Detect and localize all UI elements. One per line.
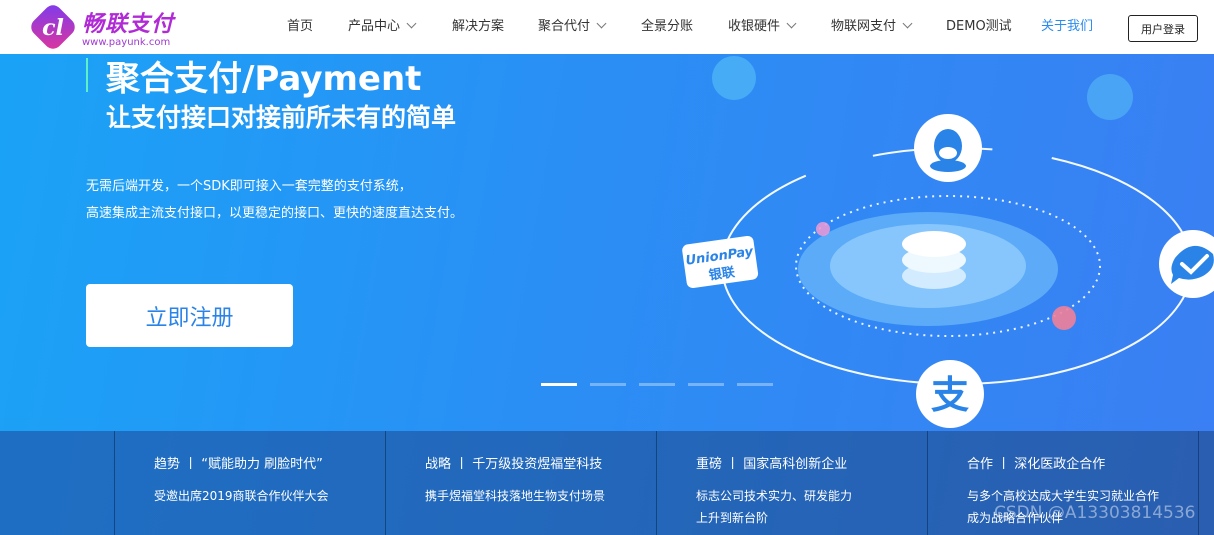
nav-item-solutions[interactable]: 解决方案 — [452, 18, 504, 36]
news-summary-line: 携手煜福堂科技落地生物支付场景 — [425, 489, 606, 503]
chevron-down-icon — [596, 18, 607, 29]
nav-item-iot-payment[interactable]: 物联网支付 — [831, 18, 913, 36]
nav-item-label: 物联网支付 — [831, 19, 897, 34]
nav-item-about-us[interactable]: 关于我们 — [1041, 18, 1093, 36]
login-button[interactable]: 用户登录 — [1128, 15, 1198, 42]
bubble-decoration — [1087, 74, 1133, 120]
svg-text:支: 支 — [931, 373, 969, 417]
top-nav: cl 畅联支付 www.payunk.com 首页 产品中心 解决方案 聚合代付 全景分… — [0, 0, 1214, 54]
news-title: 战略 丨 千万级投资煜福堂科技 — [425, 457, 603, 472]
coin-stack — [902, 231, 966, 257]
news-title: 趋势 丨 “赋能助力 刷脸时代” — [154, 457, 323, 472]
nav-item-label: 首页 — [287, 19, 314, 34]
hero-description-line-2: 高速集成主流支付接口，以更稳定的接口、更快的速度直达支付。 — [86, 206, 464, 221]
carousel-dot[interactable] — [541, 383, 577, 386]
alipay-icon: 支 — [916, 360, 984, 428]
nav-item-demo-test[interactable]: DEMO测试 — [946, 18, 1012, 36]
nav-item-cashier-hardware[interactable]: 收银硬件 — [728, 18, 797, 36]
brand-url: www.payunk.com — [82, 37, 171, 48]
news-summary-line: 与多个高校达成大学生实习就业合作 — [967, 489, 1160, 503]
nav-item-home[interactable]: 首页 — [287, 18, 313, 36]
news-title: 重磅 丨 国家高科创新企业 — [696, 457, 848, 472]
hero-banner: 聚合支付/Payment 让支付接口对接前所未有的简单 无需后端开发，一个SDK… — [0, 54, 1214, 431]
column-divider — [1198, 431, 1199, 535]
hero-description-line-1: 无需后端开发，一个SDK即可接入一套完整的支付系统， — [86, 179, 412, 194]
nav-item-label: 收银硬件 — [728, 19, 781, 34]
wechat-icon — [1159, 230, 1214, 298]
news-item[interactable]: 战略 丨 千万级投资煜福堂科技 携手煜福堂科技落地生物支付场景 — [385, 431, 656, 535]
brand-name: 畅联支付 — [82, 12, 175, 37]
bubble-decoration — [712, 56, 756, 100]
svg-text:cl: cl — [42, 15, 64, 41]
hero-subtitle: 让支付接口对接前所未有的简单 — [106, 103, 457, 132]
watermark: CSDN @A13303814536 — [994, 503, 1196, 523]
news-item[interactable]: 重磅 丨 国家高科创新企业 标志公司技术实力、研发能力 上升到新台阶 — [656, 431, 927, 535]
nav-item-label: DEMO测试 — [946, 19, 1012, 34]
payment-illustration: 支 UnionPay 银联 — [682, 56, 1214, 428]
nav-item-aggregate-payout[interactable]: 聚合代付 — [538, 18, 607, 36]
news-item[interactable]: 趋势 丨 “赋能助力 刷脸时代” 受邀出席2019商联合作伙伴大会 — [114, 431, 385, 535]
register-button[interactable]: 立即注册 — [86, 284, 293, 347]
nav-item-products[interactable]: 产品中心 — [348, 18, 417, 36]
news-summary-line: 标志公司技术实力、研发能力 — [696, 489, 853, 503]
chevron-down-icon — [786, 18, 797, 29]
hero-title: 聚合支付/Payment — [106, 59, 422, 99]
nav-item-label: 关于我们 — [1041, 19, 1094, 34]
accent-dot-red — [1052, 306, 1076, 330]
carousel-dot[interactable] — [590, 383, 626, 386]
news-summary-line: 上升到新台阶 — [696, 511, 769, 525]
title-accent-bar — [86, 58, 88, 92]
logo-mark-icon: cl — [31, 5, 75, 49]
news-title: 合作 丨 深化医政企合作 — [967, 457, 1106, 472]
nav-item-label: 全景分账 — [641, 19, 694, 34]
chevron-down-icon — [406, 18, 417, 29]
nav-item-label: 解决方案 — [452, 19, 505, 34]
nav-item-label: 产品中心 — [348, 19, 401, 34]
qq-icon — [914, 114, 982, 182]
brand-logo[interactable]: cl 畅联支付 www.payunk.com — [28, 2, 178, 52]
nav-item-label: 聚合代付 — [538, 19, 591, 34]
unionpay-card-icon: UnionPay 银联 — [682, 235, 759, 289]
news-summary-line: 受邀出席2019商联合作伙伴大会 — [154, 489, 329, 503]
chevron-down-icon — [902, 18, 913, 29]
nav-item-panorama-split[interactable]: 全景分账 — [641, 18, 693, 36]
accent-dot-pink — [816, 222, 830, 236]
